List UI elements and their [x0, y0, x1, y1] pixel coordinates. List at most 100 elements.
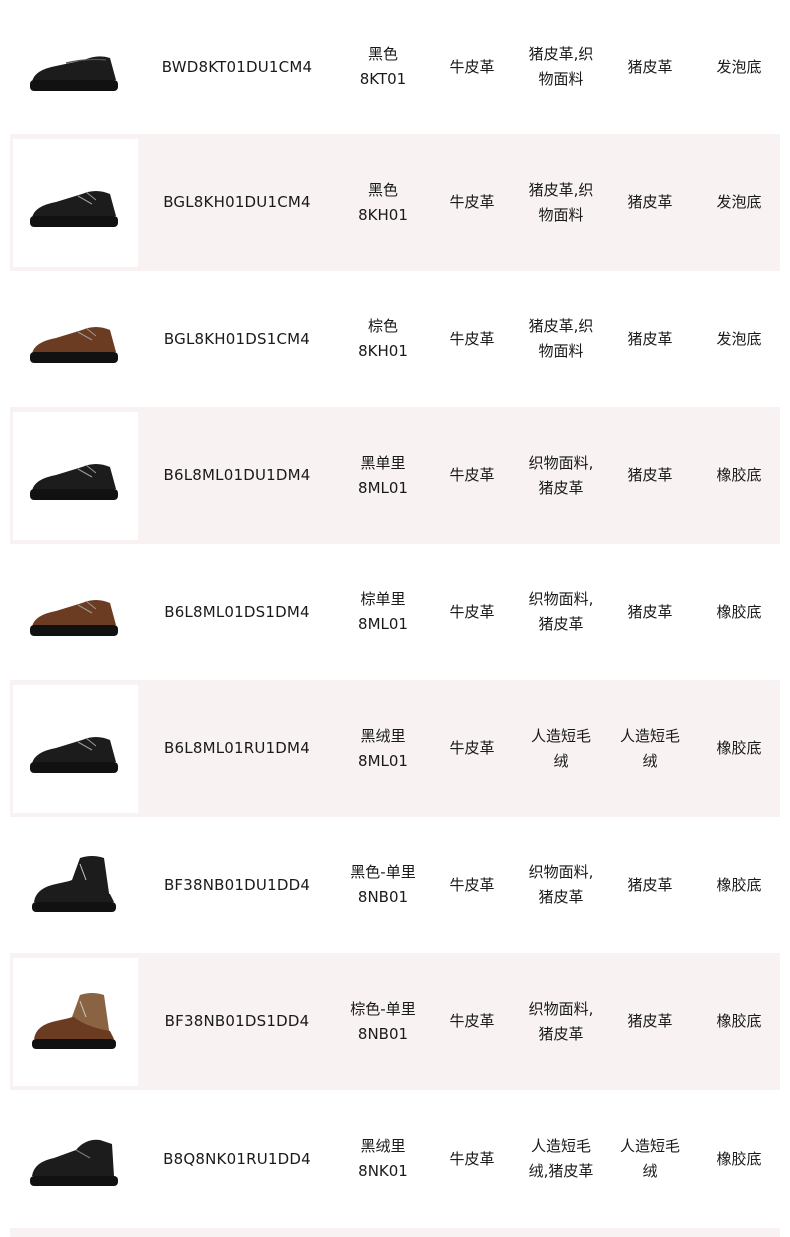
lining-material-line: 人造短毛: [530, 1137, 591, 1155]
insole-material: 猪皮革: [616, 873, 684, 898]
color-variant-line: 8NB01: [357, 1024, 409, 1043]
product-code: B8Q8NK01RU1DD4: [163, 1149, 311, 1168]
insole-material-line: 猪皮革: [627, 329, 673, 348]
insole-material: 猪皮革: [616, 55, 684, 80]
color-variant: 棕色 8KH01: [328, 314, 438, 364]
product-code: B6L8ML01RU1DM4: [164, 739, 310, 757]
color-variant-line: 黑绒里: [360, 726, 406, 745]
color-variant: 黑单里 8ML01: [328, 451, 438, 501]
sole-material: 橡胶底: [716, 1149, 762, 1168]
color-variant-line: 棕色: [367, 317, 398, 335]
upper-material: 牛皮革: [449, 1149, 495, 1168]
table-row: B6L8ML01DS1DM4 棕单里 8ML01 牛皮革 织物面料, 猪皮革 猪皮革 橡胶底: [10, 544, 780, 680]
color-variant: 黑色 8KH01: [328, 178, 438, 228]
insole-material: 猪皮革: [616, 327, 684, 352]
lining-material-line: 绒: [553, 751, 569, 770]
lining-material-line: 猪皮革,织: [528, 45, 594, 63]
lining-material-line: 织物面料,: [528, 453, 594, 472]
color-variant-line: 8ML01: [358, 751, 408, 770]
insole-material-line: 绒: [642, 751, 658, 770]
color-variant-line: 8KH01: [358, 342, 408, 360]
lining-material-line: 猪皮革: [538, 478, 584, 497]
product-thumbnail: [13, 411, 138, 540]
sole-material: 橡胶底: [716, 466, 762, 484]
upper-material: 牛皮革: [449, 329, 495, 348]
lining-material: 织物面料, 猪皮革: [506, 860, 616, 910]
upper-material: 牛皮革: [449, 602, 495, 621]
sole-material: 橡胶底: [716, 1012, 762, 1030]
lining-material-line: 织物面料,: [528, 999, 594, 1018]
upper-material: 牛皮革: [449, 193, 495, 211]
lining-material: 人造短毛绒,猪皮革: [506, 1134, 616, 1184]
color-variant-line: 8NK01: [358, 1162, 408, 1180]
insole-material-line: 人造短毛: [619, 1137, 680, 1155]
color-variant-line: 黑绒里: [360, 1137, 406, 1155]
color-variant: 黑色-单里 8NB01: [328, 860, 438, 910]
color-variant: 黑色 8KT01: [328, 42, 438, 92]
table-row: BWD8KT01DU1CM4 黑色 8KT01 牛皮革 猪皮革,织 物面料 猪皮革 发泡底: [10, 0, 780, 134]
insole-material-line: 猪皮革: [627, 57, 673, 76]
product-thumbnail: [13, 548, 138, 676]
color-variant: 黑绒里 8ML01: [328, 724, 438, 774]
color-variant: 棕单里 8ML01: [328, 587, 438, 637]
insole-material-line: 人造短毛: [619, 726, 680, 745]
lining-material-line: 织物面料,: [528, 590, 594, 608]
color-variant-line: 8KT01: [359, 70, 407, 88]
table-bottom-edge: [10, 1228, 780, 1237]
product-code: BGL8KH01DU1CM4: [163, 193, 311, 211]
table-row: BF38NB01DS1DD4 棕色-单里 8NB01 牛皮革 织物面料, 猪皮革 猪皮革 橡胶…: [10, 953, 780, 1090]
product-thumbnail: [13, 957, 138, 1086]
insole-material: 猪皮革: [616, 1009, 684, 1034]
insole-material-line: 猪皮革: [627, 193, 673, 211]
color-variant-line: 棕单里: [360, 590, 406, 608]
lining-material: 织物面料, 猪皮革: [506, 997, 616, 1047]
table-row: B6L8ML01DU1DM4 黑单里 8ML01 牛皮革 织物面料, 猪皮革 猪皮革 橡胶底: [10, 407, 780, 544]
lining-material: 织物面料, 猪皮革: [506, 587, 616, 637]
lining-material-line: 猪皮革: [538, 1024, 584, 1043]
upper-material: 牛皮革: [449, 875, 495, 894]
table-row: B6L8ML01RU1DM4 黑绒里 8ML01 牛皮革 人造短毛绒人造短毛绒橡胶底: [10, 680, 780, 817]
table-row: BF38NB01DU1DD4 黑色-单里 8NB01 牛皮革 织物面料, 猪皮革 猪皮革 橡胶…: [10, 817, 780, 953]
product-thumbnail: [13, 3, 138, 131]
insole-material: 人造短毛绒: [616, 724, 684, 774]
table-row: BGL8KH01DU1CM4 黑色 8KH01 牛皮革 猪皮革,织 物面料 猪皮革 发泡底: [10, 134, 780, 271]
insole-material: 猪皮革: [616, 463, 684, 488]
color-variant-line: 8NB01: [357, 888, 409, 906]
lining-material: 猪皮革,织物面料: [506, 314, 616, 364]
product-code: BF38NB01DU1DD4: [163, 875, 311, 894]
sole-material: 橡胶底: [716, 739, 762, 757]
insole-material-line: 猪皮革: [627, 875, 673, 894]
lining-material: 织物面料, 猪皮革: [506, 451, 616, 501]
table-row: BGL8KH01DS1CM4 棕色 8KH01 牛皮革 猪皮革,织 物面料 猪皮革 发泡底: [10, 271, 780, 407]
lining-material-line: 猪皮革: [538, 888, 584, 906]
insole-material-line: 绒: [642, 1162, 658, 1180]
insole-material-line: 猪皮革: [627, 602, 673, 621]
color-variant: 棕色-单里 8NB01: [328, 997, 438, 1047]
lining-material-line: 人造短毛: [530, 726, 591, 745]
upper-material: 牛皮革: [449, 739, 495, 757]
product-code: BF38NB01DS1DD4: [164, 1012, 310, 1030]
lining-material-line: 绒,猪皮革: [528, 1162, 594, 1180]
lining-material-line: 物面料: [538, 70, 584, 88]
lining-material-line: 物面料: [538, 205, 584, 224]
insole-material-line: 猪皮革: [627, 466, 673, 484]
product-code: B6L8ML01DU1DM4: [163, 466, 311, 484]
upper-material: 牛皮革: [449, 57, 495, 76]
product-thumbnail: [13, 138, 138, 267]
product-code: BWD8KT01DU1CM4: [161, 57, 313, 76]
table-row: B8Q8NK01RU1DD4 黑绒里 8NK01 牛皮革 人造短毛 绒,猪皮革 人造短毛绒橡…: [10, 1090, 780, 1228]
upper-material: 牛皮革: [449, 466, 495, 484]
product-thumbnail: [13, 684, 138, 813]
sole-material: 橡胶底: [716, 875, 762, 894]
lining-material-line: 猪皮革: [538, 615, 584, 633]
product-thumbnail: [13, 821, 138, 949]
insole-material: 猪皮革: [616, 190, 684, 215]
lining-material-line: 猪皮革,织: [528, 317, 594, 335]
lining-material: 猪皮革,织 物面料: [506, 178, 616, 228]
color-variant-line: 黑单里: [360, 453, 406, 472]
lining-material-line: 物面料: [538, 342, 584, 360]
color-variant-line: 8ML01: [358, 478, 408, 497]
sole-material: 发泡底: [716, 329, 762, 348]
lining-material: 人造短毛绒: [506, 724, 616, 774]
product-code: B6L8ML01DS1DM4: [164, 602, 310, 621]
